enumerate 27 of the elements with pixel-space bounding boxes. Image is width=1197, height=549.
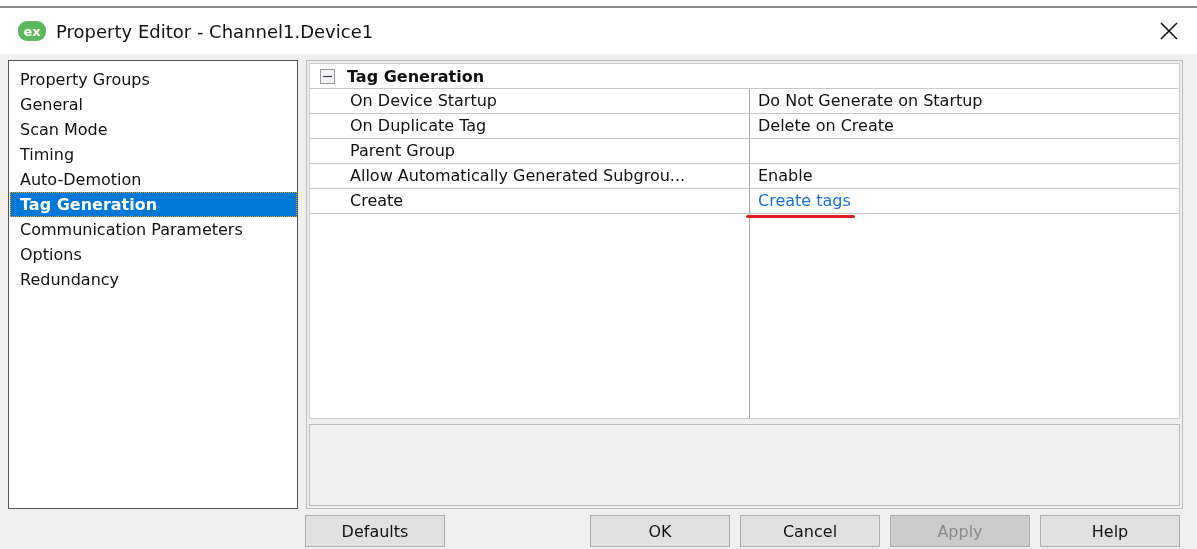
dialog-button[interactable]: OK (590, 515, 730, 547)
sidebar-item[interactable]: Scan Mode (10, 117, 297, 142)
property-value: Do Not Generate on Startup (758, 91, 983, 110)
sidebar-item[interactable]: General (10, 92, 297, 117)
create-tags-link[interactable]: Create tags (758, 189, 851, 213)
sidebar-item[interactable]: Communication Parameters (10, 217, 297, 242)
property-name: Create (310, 189, 750, 213)
sidebar-item[interactable]: Property Groups (10, 67, 297, 92)
app-logo-icon: ex (18, 21, 46, 41)
property-name: Parent Group (310, 139, 750, 163)
sidebar-item[interactable]: Timing (10, 142, 297, 167)
collapse-icon[interactable] (320, 68, 335, 84)
group-header: Tag Generation (347, 66, 485, 86)
window-title: Property Editor - Channel1.Device1 (56, 20, 375, 42)
sidebar-item[interactable]: Auto-Demotion (10, 167, 297, 192)
sidebar-item[interactable]: Options (10, 242, 297, 267)
dialog-button[interactable]: Defaults (305, 515, 445, 547)
sidebar-item[interactable]: Redundancy (10, 267, 297, 292)
property-value: Delete on Create (758, 116, 894, 135)
dialog-button[interactable]: Cancel (740, 515, 880, 547)
sidebar-item[interactable]: Tag Generation (10, 192, 297, 217)
property-value: Enable (758, 166, 813, 185)
dialog-button[interactable]: Help (1040, 515, 1180, 547)
property-name: On Device Startup (310, 89, 750, 113)
property-name: On Duplicate Tag (310, 114, 750, 138)
close-icon[interactable] (1159, 21, 1179, 41)
property-name: Allow Automatically Generated Subgrou... (310, 164, 750, 188)
